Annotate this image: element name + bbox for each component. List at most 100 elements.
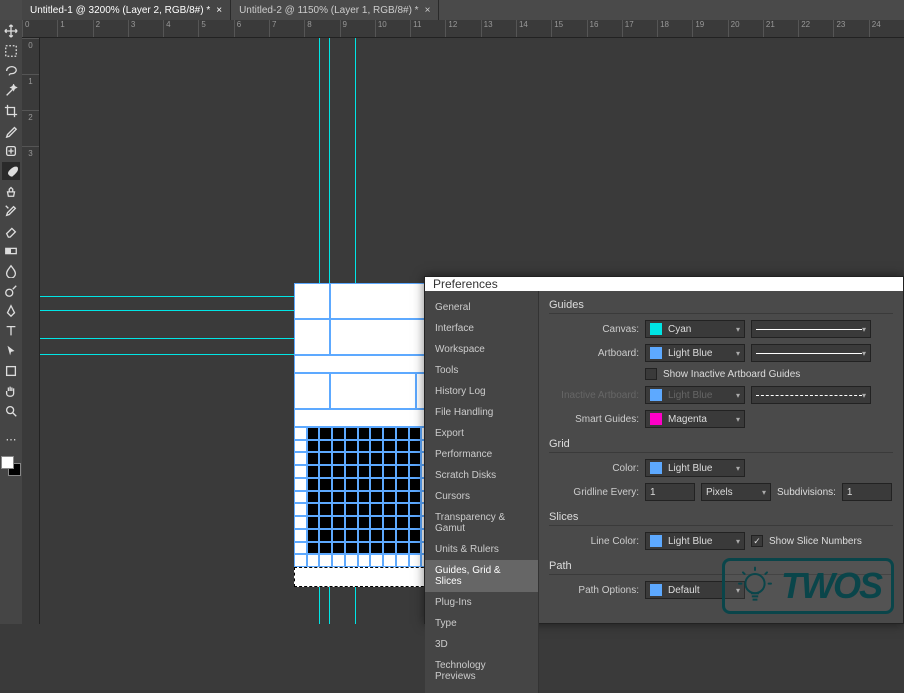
- color-swatch-icon: [650, 584, 662, 596]
- horizontal-ruler[interactable]: 0 1 2 3 4 5 6 7 8 9 10 11 12 13 14 15 16…: [22, 20, 904, 38]
- path-select-tool[interactable]: [2, 342, 20, 360]
- smart-guides-label: Smart Guides:: [549, 414, 639, 425]
- ruler-tick: 3: [128, 20, 163, 37]
- dodge-tool[interactable]: [2, 282, 20, 300]
- nav-file-handling[interactable]: File Handling: [425, 402, 538, 423]
- nav-history-log[interactable]: History Log: [425, 381, 538, 402]
- ruler-tick: 6: [234, 20, 269, 37]
- color-swatches[interactable]: [1, 456, 21, 476]
- artboard-guide-color-select[interactable]: Light Blue ▾: [645, 344, 745, 362]
- gridline-unit-select[interactable]: Pixels ▾: [701, 483, 771, 501]
- close-icon[interactable]: ×: [216, 5, 222, 16]
- chevron-down-icon: ▾: [736, 349, 740, 358]
- ruler-tick: 0: [22, 38, 39, 74]
- ruler-tick: 13: [481, 20, 516, 37]
- nav-interface[interactable]: Interface: [425, 318, 538, 339]
- nav-transparency[interactable]: Transparency & Gamut: [425, 507, 538, 539]
- crop-tool[interactable]: [2, 102, 20, 120]
- line-style-icon: [756, 395, 862, 396]
- select-value: Default: [668, 585, 700, 596]
- show-inactive-label: Show Inactive Artboard Guides: [663, 369, 800, 380]
- canvas-guide-label: Canvas:: [549, 324, 639, 335]
- nav-3d[interactable]: 3D: [425, 634, 538, 655]
- shape-tool[interactable]: [2, 362, 20, 380]
- subdivisions-input[interactable]: [842, 483, 892, 501]
- zoom-tool[interactable]: [2, 402, 20, 420]
- nav-performance[interactable]: Performance: [425, 444, 538, 465]
- ruler-tick: 8: [304, 20, 339, 37]
- grid-color-label: Color:: [549, 463, 639, 474]
- brush-tool[interactable]: [2, 162, 20, 180]
- show-slice-numbers-checkbox[interactable]: ✓: [751, 535, 763, 547]
- grid-color-select[interactable]: Light Blue ▾: [645, 459, 745, 477]
- tab-1[interactable]: Untitled-1 @ 3200% (Layer 2, RGB/8#) * ×: [22, 0, 231, 20]
- chevron-down-icon: ▾: [762, 488, 766, 497]
- heal-tool[interactable]: [2, 142, 20, 160]
- inactive-artboard-style-select: ▾: [751, 386, 871, 404]
- slice-line-color-label: Line Color:: [549, 536, 639, 547]
- nav-plugins[interactable]: Plug-Ins: [425, 592, 538, 613]
- ruler-tick: 20: [728, 20, 763, 37]
- edit-toolbar-icon[interactable]: ⋯: [2, 430, 20, 448]
- gridline-every-input[interactable]: [645, 483, 695, 501]
- clone-tool[interactable]: [2, 182, 20, 200]
- chevron-down-icon: ▾: [736, 415, 740, 424]
- gradient-tool[interactable]: [2, 242, 20, 260]
- select-value: Pixels: [706, 487, 733, 498]
- nav-tools[interactable]: Tools: [425, 360, 538, 381]
- artboard-guide-style-select[interactable]: ▾: [751, 344, 871, 362]
- pen-tool[interactable]: [2, 302, 20, 320]
- nav-export[interactable]: Export: [425, 423, 538, 444]
- canvas-guide-color-select[interactable]: Cyan ▾: [645, 320, 745, 338]
- ruler-tick: 16: [587, 20, 622, 37]
- lasso-tool[interactable]: [2, 62, 20, 80]
- color-swatch-icon: [650, 413, 662, 425]
- chevron-down-icon: ▾: [736, 464, 740, 473]
- lightbulb-icon: [735, 566, 775, 606]
- marquee-tool[interactable]: [2, 42, 20, 60]
- slice-line-color-select[interactable]: Light Blue ▾: [645, 532, 745, 550]
- nav-cursors[interactable]: Cursors: [425, 486, 538, 507]
- nav-workspace[interactable]: Workspace: [425, 339, 538, 360]
- ruler-tick: 2: [22, 110, 39, 146]
- history-brush-tool[interactable]: [2, 202, 20, 220]
- chevron-down-icon: ▾: [862, 349, 866, 358]
- line-style-icon: [756, 353, 862, 354]
- type-tool[interactable]: [2, 322, 20, 340]
- ruler-tick: 21: [763, 20, 798, 37]
- nav-tech-previews[interactable]: Technology Previews: [425, 655, 538, 687]
- smart-guides-color-select[interactable]: Magenta ▾: [645, 410, 745, 428]
- subdivisions-label: Subdivisions:: [777, 487, 836, 498]
- gridline-every-label: Gridline Every:: [549, 487, 639, 498]
- ruler-tick: 4: [163, 20, 198, 37]
- eraser-tool[interactable]: [2, 222, 20, 240]
- wand-tool[interactable]: [2, 82, 20, 100]
- ruler-tick: 1: [57, 20, 92, 37]
- tab-2[interactable]: Untitled-2 @ 1150% (Layer 1, RGB/8#) * ×: [231, 0, 439, 20]
- ruler-tick: 18: [657, 20, 692, 37]
- ruler-tick: 1: [22, 74, 39, 110]
- blur-tool[interactable]: [2, 262, 20, 280]
- foreground-swatch[interactable]: [1, 456, 14, 469]
- nav-guides-grid-slices[interactable]: Guides, Grid & Slices: [425, 560, 538, 592]
- nav-scratch-disks[interactable]: Scratch Disks: [425, 465, 538, 486]
- nav-general[interactable]: General: [425, 297, 538, 318]
- move-tool[interactable]: [2, 22, 20, 40]
- hand-tool[interactable]: [2, 382, 20, 400]
- nav-units-rulers[interactable]: Units & Rulers: [425, 539, 538, 560]
- vertical-ruler[interactable]: 0 1 2 3: [22, 38, 40, 624]
- select-value: Cyan: [668, 324, 691, 335]
- show-slice-numbers-label: Show Slice Numbers: [769, 536, 862, 547]
- ruler-tick: 14: [516, 20, 551, 37]
- select-value: Light Blue: [668, 463, 712, 474]
- close-icon[interactable]: ×: [425, 5, 431, 16]
- canvas-guide-style-select[interactable]: ▾: [751, 320, 871, 338]
- path-options-label: Path Options:: [549, 585, 639, 596]
- show-inactive-checkbox[interactable]: [645, 368, 657, 380]
- ruler-tick: 23: [833, 20, 868, 37]
- artboard-guide-label: Artboard:: [549, 348, 639, 359]
- color-swatch-icon: [650, 347, 662, 359]
- ruler-tick: 10: [375, 20, 410, 37]
- logo-text: TWOS: [781, 565, 881, 607]
- eyedropper-tool[interactable]: [2, 122, 20, 140]
